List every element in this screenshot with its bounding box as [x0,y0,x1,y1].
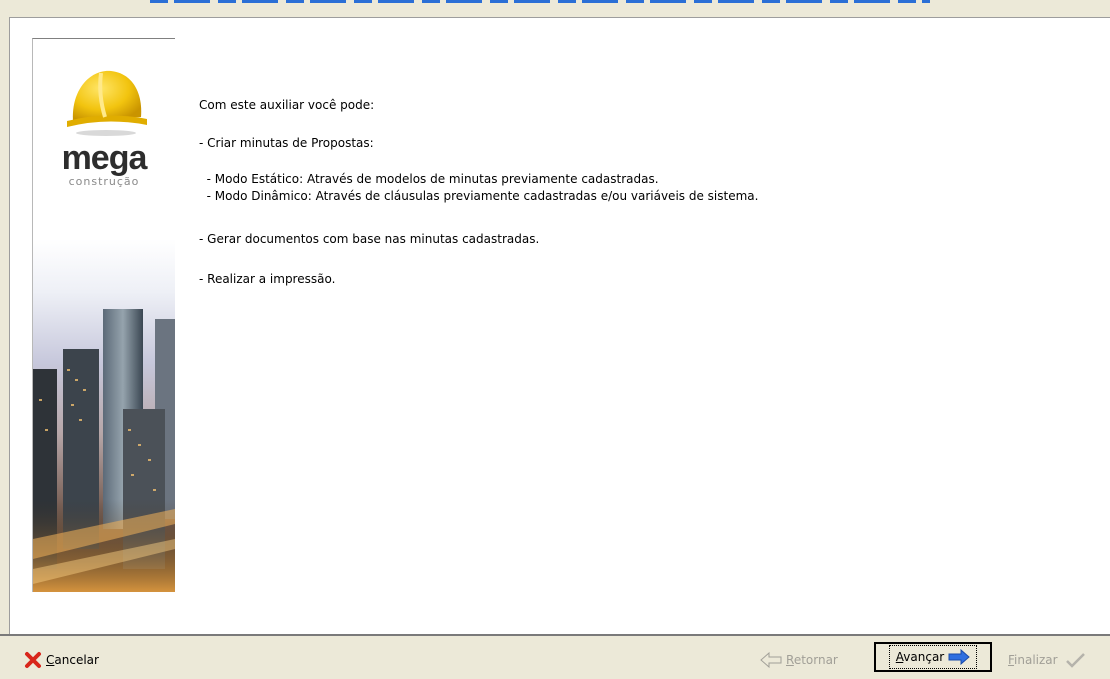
back-label: Retornar [786,653,838,667]
logo-subtitle: construção [68,175,140,188]
wizard-content-panel: mega construção Com este auxiliar você p… [9,17,1110,635]
cancel-label: Cancelar [46,653,99,667]
wizard-side-banner: mega construção [32,38,175,592]
x-icon [25,652,41,668]
description-line: - Gerar documentos com base nas minutas … [199,232,540,246]
logo-wordmark: mega [61,139,148,177]
description-line: - Modo Estático: Através de modelos de m… [199,172,659,186]
hard-hat-icon [67,70,147,136]
checkmark-icon [1065,653,1085,668]
finish-button[interactable]: Finalizar [1008,648,1090,672]
description-line: - Modo Dinâmico: Através de cláusulas pr… [199,189,759,203]
arrow-left-icon [760,652,782,668]
title-strip [0,0,1110,5]
back-button[interactable]: Retornar [760,648,838,672]
wizard-footer: Cancelar Retornar Avançar Finalizar [0,634,1110,679]
intro-text: Com este auxiliar você pode: [199,98,375,112]
description-line: - Realizar a impressão. [199,272,336,286]
cancel-button[interactable]: Cancelar [24,648,99,672]
next-button[interactable]: Avançar [874,642,992,672]
finish-label: Finalizar [1008,653,1058,667]
city-skyline-image [33,239,175,592]
next-label: Avançar [895,650,945,664]
description-line: - Criar minutas de Propostas: [199,136,374,150]
brand-logo: mega construção [33,39,175,229]
arrow-right-icon [948,649,970,665]
